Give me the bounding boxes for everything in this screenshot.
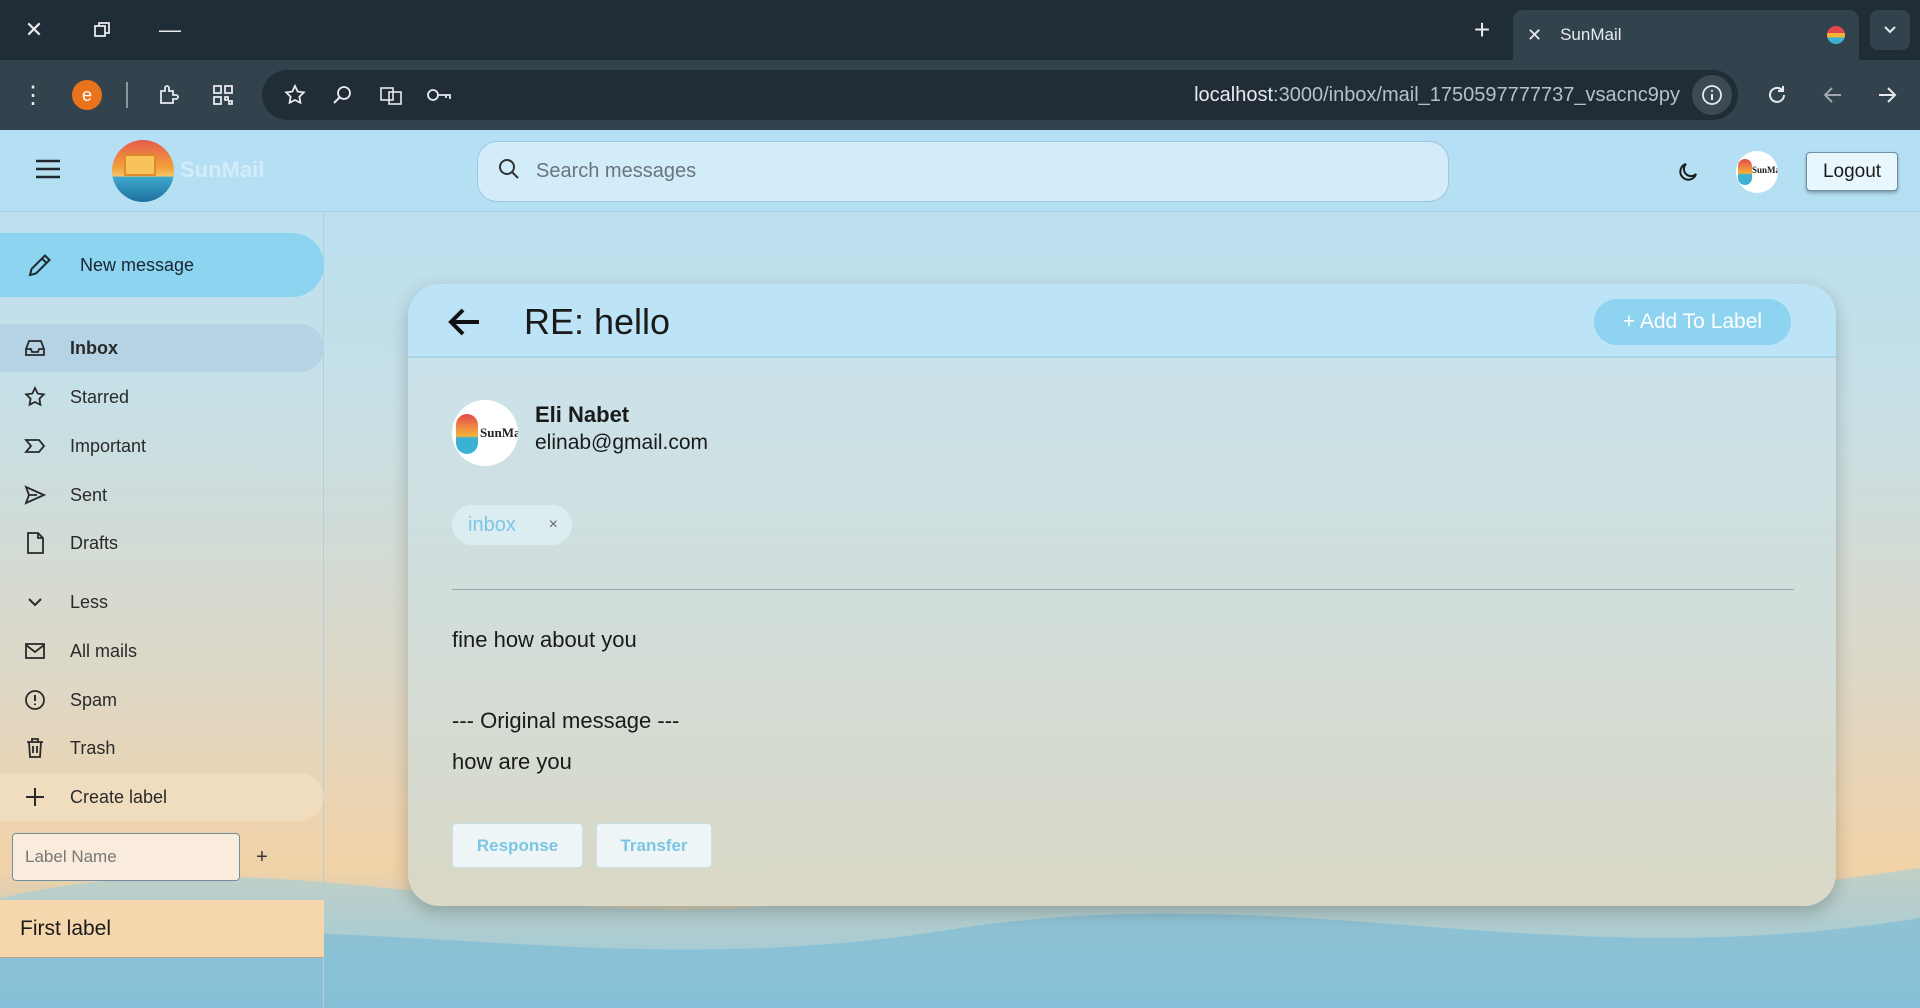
spam-icon (0, 688, 70, 712)
sidebar-item-all-mails[interactable]: All mails (0, 627, 324, 675)
forward-nav-icon[interactable] (1872, 80, 1902, 110)
message-subject: RE: hello (524, 301, 671, 342)
back-arrow-icon[interactable] (442, 300, 486, 344)
tab-favicon-icon (1827, 26, 1845, 44)
url-text[interactable]: localhost:3000/inbox/mail_1750597777737_… (1194, 84, 1680, 107)
sidebar-custom-label[interactable]: First label (0, 900, 324, 958)
reload-icon[interactable] (1762, 80, 1792, 110)
back-nav-icon[interactable] (1818, 80, 1848, 110)
sidebar-item-create-label[interactable]: Create label (0, 773, 324, 821)
site-info-icon[interactable] (1692, 75, 1732, 115)
inbox-icon (0, 336, 70, 360)
new-tab-icon[interactable]: + (1460, 12, 1504, 48)
extensions-puzzle-icon[interactable] (154, 80, 184, 110)
restore-window-icon[interactable] (80, 12, 124, 48)
dark-mode-moon-icon[interactable] (1672, 156, 1704, 188)
new-message-button[interactable]: New message (0, 233, 324, 297)
sidebar-item-label: Drafts (70, 532, 119, 553)
user-avatar[interactable]: SunMail (1736, 151, 1778, 193)
sidebar-item-starred[interactable]: Starred (0, 373, 324, 421)
chevron-down-icon (0, 592, 70, 612)
add-to-label-button[interactable]: + Add To Label (1594, 299, 1791, 345)
close-tab-icon[interactable]: ✕ (1527, 25, 1542, 46)
pencil-icon (0, 251, 80, 279)
sidebar-item-inbox[interactable]: Inbox (0, 324, 324, 372)
important-icon (0, 434, 70, 458)
tab-search-dropdown-icon[interactable] (1870, 10, 1910, 50)
sidebar-item-trash[interactable]: Trash (0, 724, 324, 772)
message-card: RE: hello + Add To Label SunMail Eli Nab… (408, 284, 1836, 906)
original-message-separator: --- Original message --- (452, 708, 680, 733)
trash-icon (0, 736, 70, 760)
sidebar-item-label: Create label (70, 786, 168, 807)
sender-name: Eli Nabet (535, 402, 630, 427)
app-header: SunMail SunMail Logout (0, 130, 1920, 212)
hamburger-menu-icon[interactable] (32, 153, 64, 185)
sidebar-item-spam[interactable]: Spam (0, 676, 324, 724)
label-chip-text: inbox (468, 513, 516, 536)
toolbar-divider (126, 82, 128, 108)
translate-icon[interactable] (376, 80, 406, 110)
sidebar-item-sent[interactable]: Sent (0, 471, 324, 519)
sender-avatar: SunMail (452, 400, 518, 466)
response-button[interactable]: Response (452, 823, 583, 868)
password-key-icon[interactable] (424, 80, 454, 110)
sidebar-item-label: Spam (70, 689, 118, 710)
logout-button[interactable]: Logout (1806, 152, 1898, 191)
zoom-icon[interactable] (328, 80, 358, 110)
qr-code-icon[interactable] (208, 80, 238, 110)
star-icon (0, 385, 70, 409)
sidebar-item-label: Trash (70, 737, 116, 758)
browser-tab[interactable]: ✕ SunMail (1513, 10, 1859, 60)
divider (452, 589, 1794, 590)
label-chip: inbox × (452, 505, 572, 545)
remove-label-icon[interactable]: × (549, 516, 558, 534)
sidebar-item-label: Less (70, 591, 109, 612)
mail-icon (0, 639, 70, 663)
label-name-input[interactable] (12, 833, 240, 881)
sidebar-item-important[interactable]: Important (0, 422, 324, 470)
draft-icon (0, 531, 70, 555)
add-label-button[interactable]: + (252, 840, 272, 874)
envelope-logo-icon (124, 154, 156, 176)
message-body-line: how are you (452, 749, 572, 774)
bookmark-star-icon[interactable] (280, 80, 310, 110)
sidebar-item-label: Important (70, 435, 147, 456)
sunmail-app: SunMail SunMail Logout New message Inbox (0, 130, 1920, 1008)
extension-e-icon[interactable]: e (72, 80, 102, 110)
search-input[interactable] (536, 160, 1416, 183)
sidebar-item-label: All mails (70, 640, 138, 661)
sidebar-item-label: Sent (70, 484, 108, 505)
close-window-icon[interactable]: ✕ (12, 12, 56, 48)
sidebar: New message Inbox Starred Important Sent… (0, 213, 324, 1008)
send-icon (0, 483, 70, 507)
address-bar[interactable]: localhost:3000/inbox/mail_1750597777737_… (262, 70, 1738, 120)
brand-name: SunMail (180, 157, 265, 182)
message-header: RE: hello + Add To Label (408, 284, 1836, 358)
search-icon (498, 158, 520, 185)
new-message-label: New message (80, 254, 195, 275)
transfer-button[interactable]: Transfer (596, 823, 712, 868)
browser-toolbar: ⋮ e localhost:3000/inbox/mail_1750597777… (0, 60, 1920, 130)
browser-titlebar: ✕ — + ✕ SunMail (0, 0, 1920, 60)
search-bar[interactable] (477, 141, 1449, 202)
sidebar-item-label: Starred (70, 386, 130, 407)
sender-email: elinab@gmail.com (535, 431, 709, 454)
minimize-window-icon[interactable]: — (148, 12, 192, 48)
sidebar-item-drafts[interactable]: Drafts (0, 519, 324, 567)
browser-menu-icon[interactable]: ⋮ (18, 76, 48, 114)
sidebar-item-label: Inbox (70, 337, 118, 358)
tab-title: SunMail (1560, 25, 1622, 44)
plus-icon (0, 786, 70, 808)
sunmail-logo[interactable] (112, 140, 174, 202)
message-body-line: fine how about you (452, 627, 637, 652)
sidebar-item-less[interactable]: Less (0, 578, 324, 626)
